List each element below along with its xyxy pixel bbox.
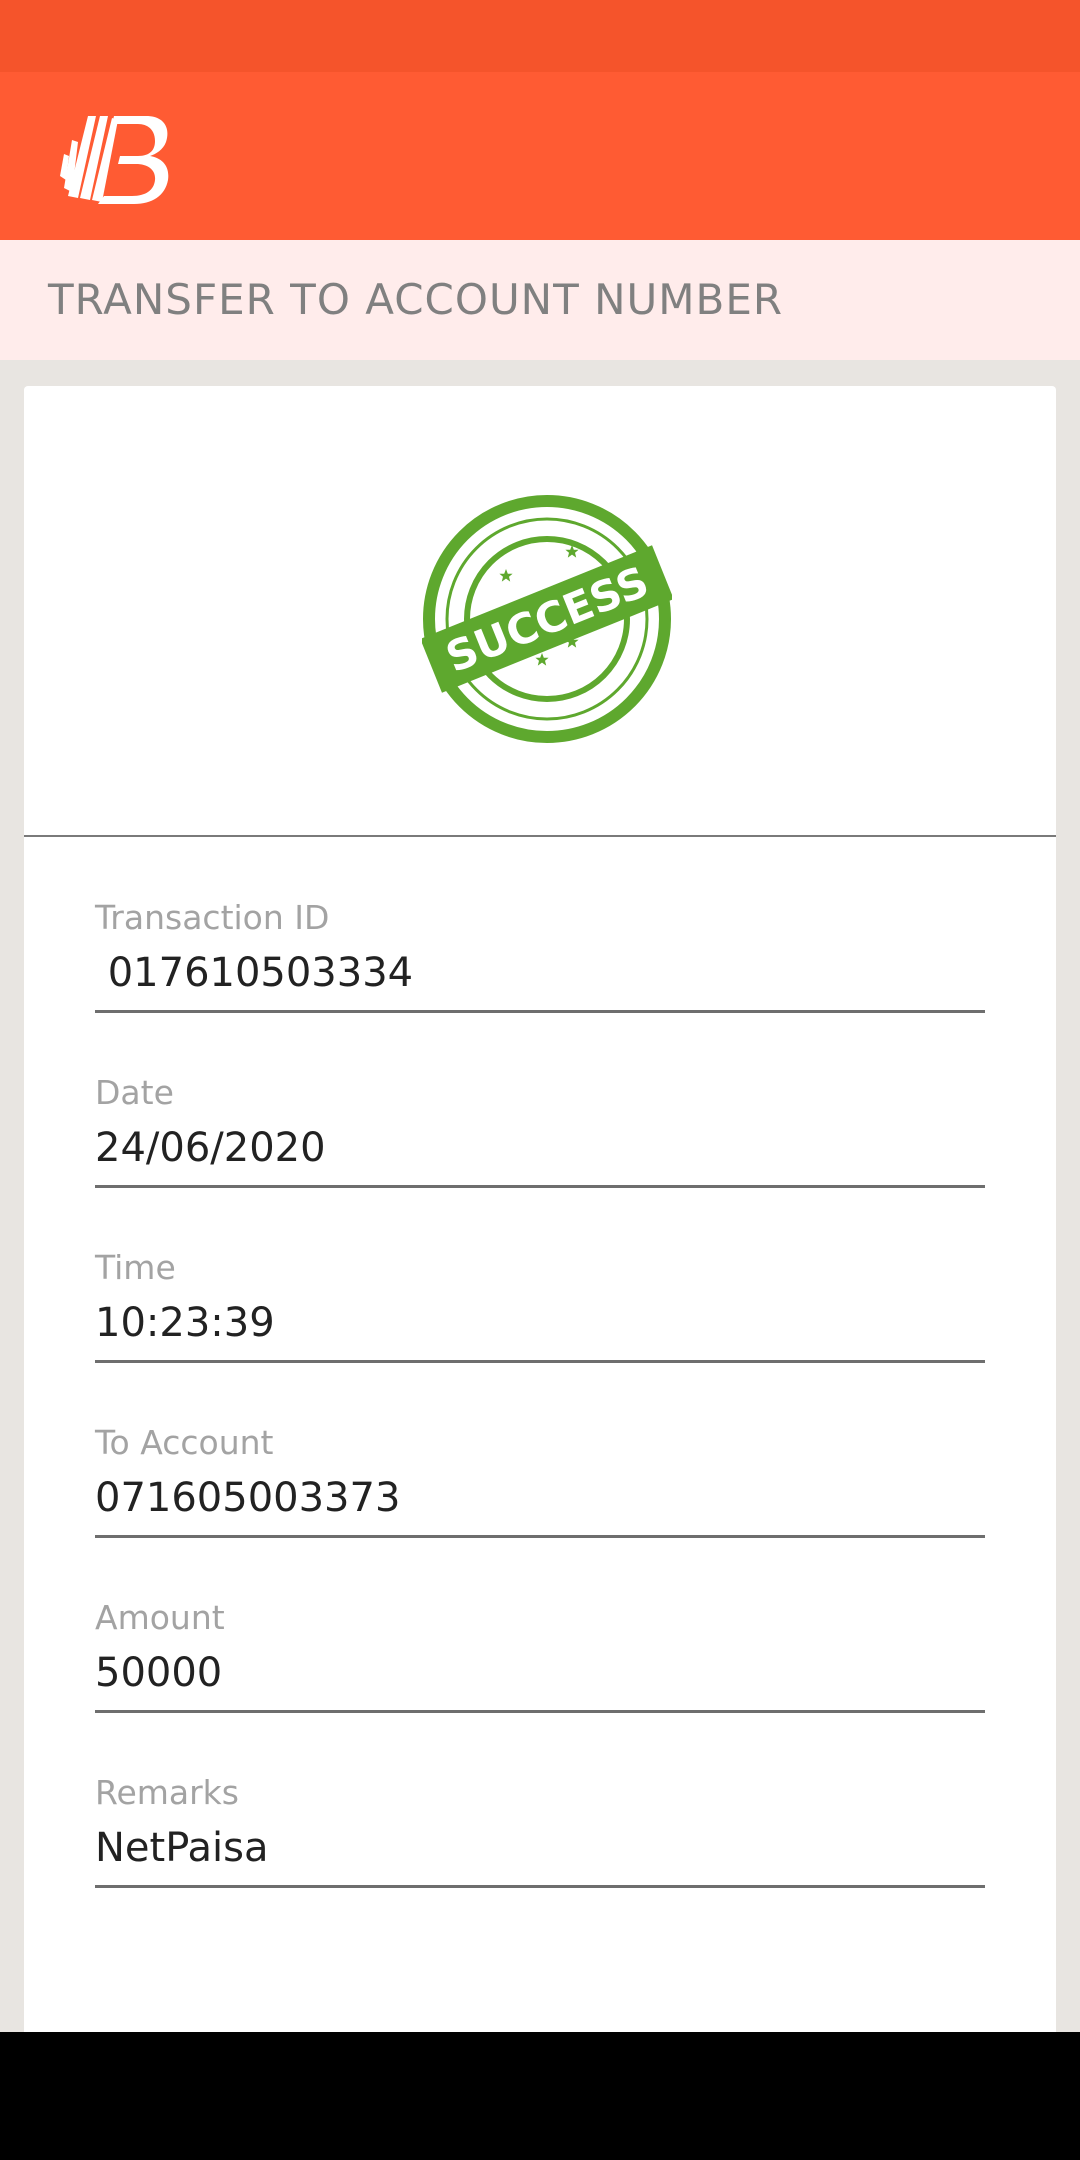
amount-field: Amount 50000 bbox=[95, 1598, 985, 1728]
field-underline bbox=[95, 1010, 985, 1013]
field-underline bbox=[95, 1535, 985, 1538]
field-label: Transaction ID bbox=[95, 898, 330, 937]
field-underline bbox=[95, 1885, 985, 1888]
success-stamp-icon: SUCCESS bbox=[420, 494, 674, 744]
transaction-id-value: 017610503334 bbox=[95, 950, 414, 996]
section-divider bbox=[24, 835, 1056, 837]
field-label: Amount bbox=[95, 1598, 225, 1637]
field-label: Remarks bbox=[95, 1773, 239, 1812]
status-bar bbox=[0, 0, 1080, 72]
app-bar bbox=[0, 72, 1080, 240]
to-account-field: To Account 071605003373 bbox=[95, 1423, 985, 1553]
system-navigation-bar bbox=[0, 2032, 1080, 2160]
page-title: TRANSFER TO ACCOUNT NUMBER bbox=[48, 275, 784, 324]
field-underline bbox=[95, 1710, 985, 1713]
time-value: 10:23:39 bbox=[95, 1300, 275, 1346]
transaction-id-field: Transaction ID 017610503334 bbox=[95, 898, 985, 1028]
to-account-value: 071605003373 bbox=[95, 1475, 401, 1521]
bank-of-baroda-logo-icon bbox=[60, 116, 169, 204]
transaction-receipt-card: SUCCESS Transaction ID 017610503334 Date… bbox=[24, 386, 1056, 2066]
time-field: Time 10:23:39 bbox=[95, 1248, 985, 1378]
remarks-value: NetPaisa bbox=[95, 1825, 269, 1871]
field-label: Time bbox=[95, 1248, 176, 1287]
date-value: 24/06/2020 bbox=[95, 1125, 326, 1171]
field-label: Date bbox=[95, 1073, 174, 1112]
amount-value: 50000 bbox=[95, 1650, 223, 1696]
date-field: Date 24/06/2020 bbox=[95, 1073, 985, 1203]
field-underline bbox=[95, 1185, 985, 1188]
remarks-field: Remarks NetPaisa bbox=[95, 1773, 985, 1903]
field-label: To Account bbox=[95, 1423, 274, 1462]
field-underline bbox=[95, 1360, 985, 1363]
page-title-bar: TRANSFER TO ACCOUNT NUMBER bbox=[0, 240, 1080, 360]
